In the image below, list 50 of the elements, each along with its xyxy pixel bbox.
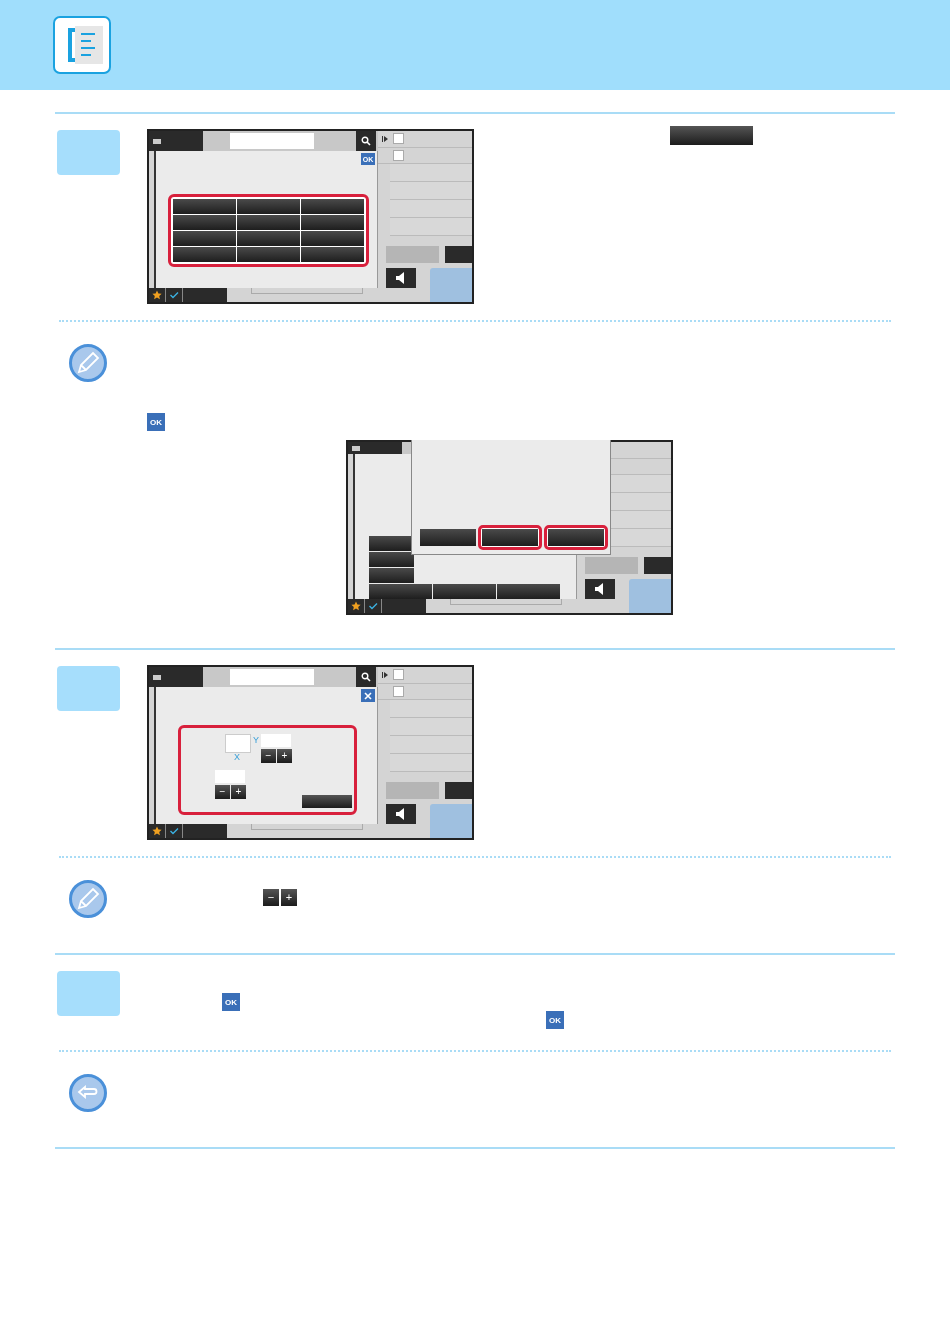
close-icon[interactable] [361,689,375,702]
plus-icon: + [281,889,297,906]
ok-icon: OK [222,993,240,1011]
tray-button[interactable] [386,782,439,799]
tray-button[interactable] [386,246,439,263]
ok-icon: OK [147,413,165,431]
tray-button[interactable] [585,557,638,574]
speaker-icon[interactable] [386,804,416,824]
dark-key-icon [670,126,753,145]
minus-icon: − [263,889,279,906]
checkbox[interactable] [393,669,404,681]
address-tab[interactable] [149,131,203,151]
plus-button[interactable]: + [231,785,246,799]
dark-button[interactable] [445,246,472,263]
start-button[interactable] [430,804,472,838]
dark-button[interactable] [445,782,472,799]
star-icon[interactable] [149,288,165,302]
pencil-icon [69,344,107,382]
play-icon [382,135,388,142]
step-number-badge [57,666,120,711]
start-button[interactable] [430,268,472,302]
plus-button[interactable]: + [277,749,292,763]
step-number-badge [57,971,120,1016]
minus-button[interactable]: − [261,749,276,763]
search-field[interactable] [230,133,314,149]
key-button[interactable] [369,536,414,551]
search-icon[interactable] [356,131,376,151]
address-tab[interactable] [149,667,203,687]
speaker-icon[interactable] [585,579,615,599]
search-field[interactable] [230,669,314,685]
checkbox[interactable] [393,133,404,145]
play-icon [382,671,388,678]
star-icon[interactable] [348,599,364,613]
dark-button[interactable] [644,557,671,574]
checkbox[interactable] [393,685,404,697]
pencil-icon [69,880,107,918]
checkbox[interactable] [393,149,404,161]
address-tab[interactable] [348,442,402,454]
check-icon[interactable] [165,824,183,838]
confirm-button[interactable] [302,795,352,808]
speaker-icon[interactable] [386,268,416,288]
search-icon[interactable] [356,667,376,687]
check-icon[interactable] [364,599,382,613]
minus-button[interactable]: − [215,785,230,799]
ok-icon: OK [546,1011,564,1029]
fax-icon [53,16,111,74]
start-button[interactable] [629,579,671,613]
check-icon[interactable] [165,288,183,302]
star-icon[interactable] [149,824,165,838]
step-number-badge [57,130,120,175]
